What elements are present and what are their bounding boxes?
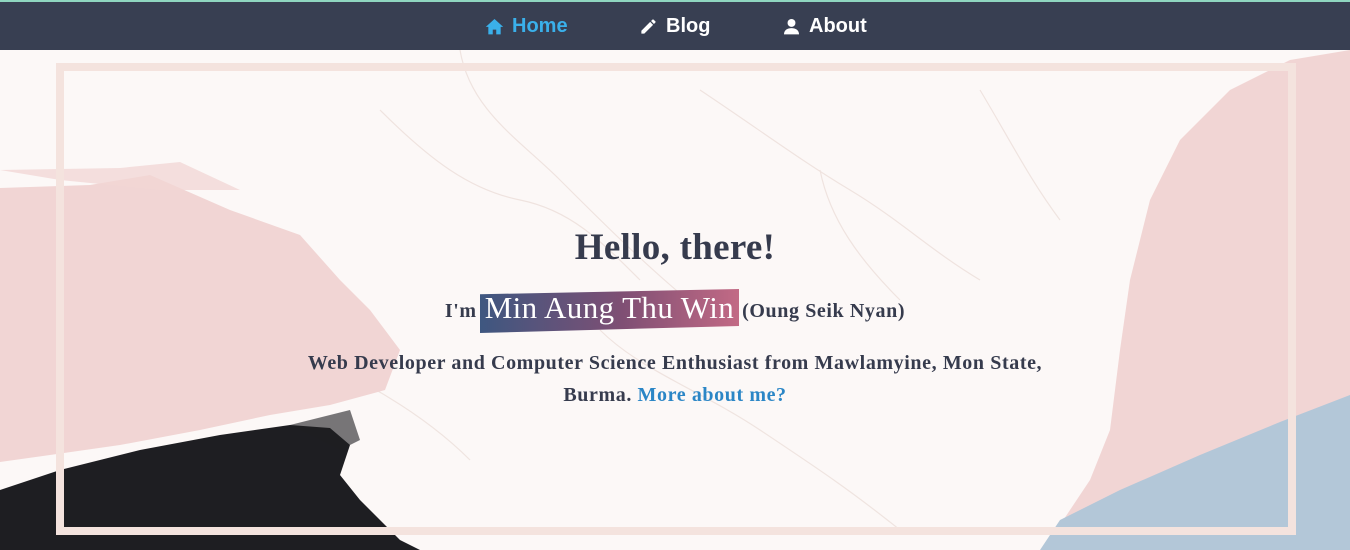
- intro-prefix: I'm: [444, 299, 477, 322]
- nav-blog-link[interactable]: Blog: [639, 2, 710, 50]
- user-icon: [783, 18, 800, 34]
- hero-section: Hello, there! I'm Min Aung Thu Win (Oung…: [300, 226, 1050, 411]
- hero-greeting: Hello, there!: [574, 227, 776, 268]
- home-icon: [485, 18, 504, 34]
- top-accent-line: [0, 0, 1350, 2]
- hero-description-block: Web Developer and Computer Science Enthu…: [300, 347, 1050, 411]
- nav-about-label: About: [809, 14, 867, 37]
- nav-home-link[interactable]: Home: [485, 2, 568, 50]
- nav-blog-label: Blog: [666, 14, 711, 37]
- navbar: Home Blog About: [0, 2, 1350, 50]
- name-badge: Min Aung Thu Win: [479, 289, 740, 333]
- nav-about-link[interactable]: About: [782, 2, 867, 50]
- nav-home-label: Home: [512, 14, 568, 37]
- more-about-link[interactable]: More about me?: [638, 384, 787, 406]
- pencil-icon: [641, 18, 656, 34]
- hero-intro: I'm Min Aung Thu Win (Oung Seik Nyan): [300, 289, 1050, 333]
- alias-text: (Oung Seik Nyan): [742, 299, 906, 322]
